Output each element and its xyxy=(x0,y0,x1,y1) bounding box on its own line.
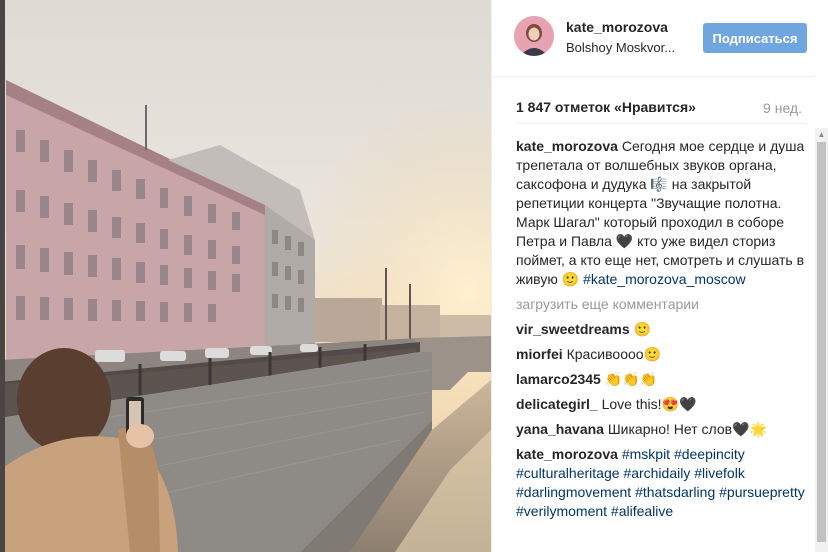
caption-author[interactable]: kate_morozova xyxy=(516,138,618,154)
hashtag[interactable]: #archidaily xyxy=(623,465,690,481)
post-time[interactable]: 9 нед. xyxy=(763,100,802,116)
comment-item: yana_havana Шикарно! Нет слов🖤🌟 xyxy=(516,420,806,439)
scroll-thumb[interactable] xyxy=(817,142,826,542)
comment-author[interactable]: yana_havana xyxy=(516,421,604,437)
comment-item: miorfei Красивоооо🙂 xyxy=(516,345,806,364)
avatar[interactable] xyxy=(514,16,554,56)
comment-item-tags: kate_morozova #mskpit #deepincity #cultu… xyxy=(516,445,806,521)
avatar-image xyxy=(514,16,554,56)
comment-text: Шикарно! Нет слов🖤🌟 xyxy=(603,421,767,437)
comment-text: 👏👏👏 xyxy=(600,371,658,387)
hashtag[interactable]: #livefolk xyxy=(694,465,745,481)
load-more-comments[interactable]: загрузить еще комментарии xyxy=(516,295,806,314)
caption-text: Сегодня мое сердце и душа трепетала от в… xyxy=(516,138,805,287)
post-photo-image xyxy=(0,0,491,552)
hashtag[interactable]: #alifealive xyxy=(611,503,673,519)
hashtag[interactable]: #darlingmovement xyxy=(516,484,631,500)
hashtag[interactable]: #verilymoment xyxy=(516,503,607,519)
comment-author[interactable]: delicategirl_ xyxy=(516,396,598,412)
comment-author[interactable]: kate_morozova xyxy=(516,446,618,462)
comment-author[interactable]: vir_sweetdreams xyxy=(516,321,630,337)
comment-item: delicategirl_ Love this!😍🖤 xyxy=(516,395,806,414)
comment-author[interactable]: miorfei xyxy=(516,346,563,362)
likes-count[interactable]: 1 847 отметок «Нравится» xyxy=(516,99,696,115)
hashtag[interactable]: #culturalheritage xyxy=(516,465,620,481)
caption: kate_morozova Сегодня мое сердце и душа … xyxy=(516,137,806,289)
caption-hashtag[interactable]: #kate_morozova_moscow xyxy=(583,271,746,287)
comment-item: vir_sweetdreams 🙂 xyxy=(516,320,806,339)
hashtag[interactable]: #mskpit xyxy=(622,446,670,462)
post-details-panel: kate_morozova Bolshoy Moskvor... Подписа… xyxy=(491,0,828,552)
comment-item: lamarco2345 👏👏👏 xyxy=(516,370,806,389)
post-username[interactable]: kate_morozova xyxy=(566,19,668,35)
scroll-up-arrow-icon[interactable]: ▲ xyxy=(815,128,828,141)
hashtag[interactable]: #deepincity xyxy=(674,446,745,462)
post-photo[interactable] xyxy=(0,0,491,552)
divider xyxy=(516,123,806,124)
comments-scrollbar[interactable]: ▲ xyxy=(815,128,828,552)
comment-author[interactable]: lamarco2345 xyxy=(516,371,601,387)
hashtag[interactable]: #thatsdarling xyxy=(635,484,715,500)
post-header: kate_morozova Bolshoy Moskvor... Подписа… xyxy=(492,0,814,77)
comment-text: Love this!😍🖤 xyxy=(597,396,697,412)
comment-text: 🙂 xyxy=(629,321,651,337)
comments-list: kate_morozova Сегодня мое сердце и душа … xyxy=(516,137,806,527)
hashtag[interactable]: #pursuepretty xyxy=(719,484,805,500)
post-location[interactable]: Bolshoy Moskvor... xyxy=(566,40,675,55)
follow-button[interactable]: Подписаться xyxy=(703,23,807,53)
comment-text: Красивоооо🙂 xyxy=(562,346,661,362)
